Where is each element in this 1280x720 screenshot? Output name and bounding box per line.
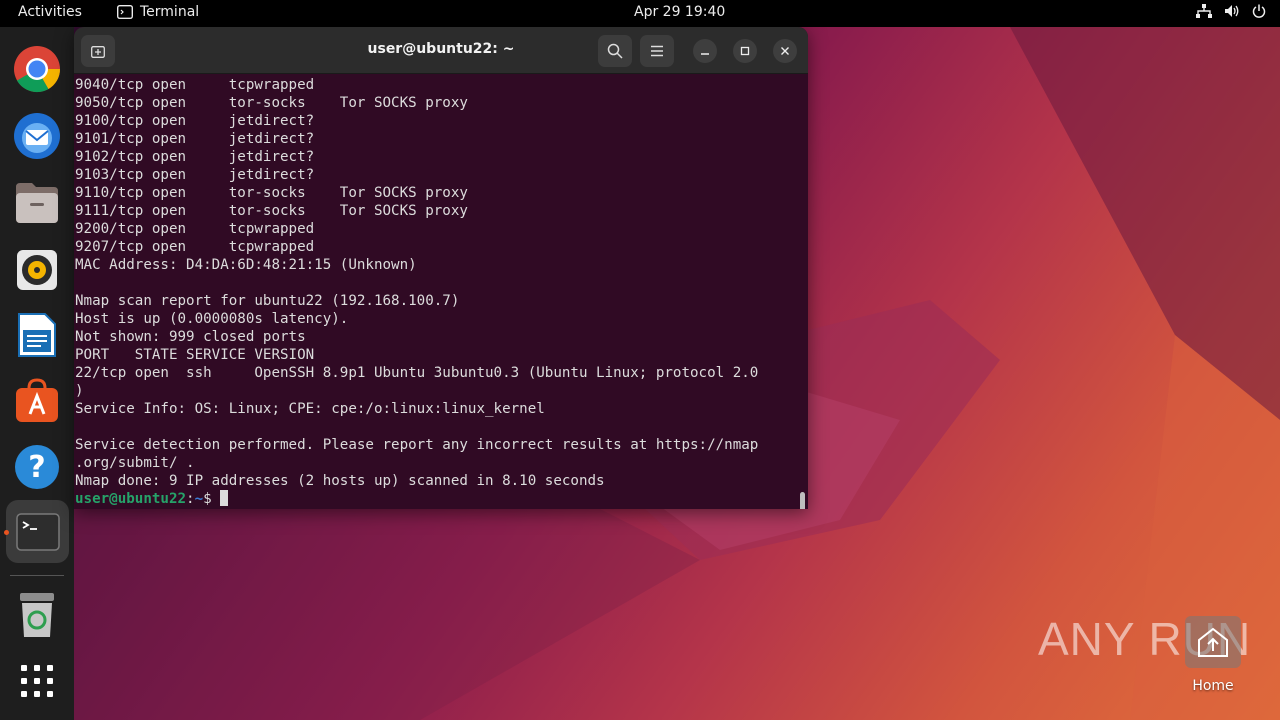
running-indicator bbox=[4, 530, 9, 535]
terminal-line: 9102/tcp open jetdirect? bbox=[75, 149, 315, 165]
prompt-separator: : bbox=[186, 491, 195, 507]
close-icon bbox=[781, 47, 789, 55]
home-folder-label[interactable]: Home bbox=[1175, 678, 1251, 694]
search-button[interactable] bbox=[598, 35, 632, 67]
terminal-line: 9111/tcp open tor-socks Tor SOCKS proxy bbox=[75, 203, 468, 219]
terminal-output[interactable]: 9040/tcp open tcpwrapped 9050/tcp open t… bbox=[74, 74, 808, 509]
terminal-line: 9200/tcp open tcpwrapped bbox=[75, 221, 315, 237]
prompt-user: user@ubuntu22 bbox=[75, 491, 187, 507]
terminal-prompt[interactable]: user@ubuntu22:~$ bbox=[75, 490, 229, 508]
app-menu[interactable]: Terminal bbox=[117, 4, 199, 20]
app-menu-label: Terminal bbox=[140, 4, 200, 20]
terminal-line: PORT STATE SERVICE VERSION bbox=[75, 347, 315, 363]
terminal-line: 22/tcp open ssh OpenSSH 8.9p1 Ubuntu 3ub… bbox=[75, 365, 759, 381]
terminal-line: Host is up (0.0000080s latency). bbox=[75, 311, 349, 327]
terminal-icon[interactable] bbox=[6, 500, 69, 563]
maximize-button[interactable] bbox=[733, 39, 757, 63]
chrome-icon[interactable] bbox=[12, 44, 62, 94]
dock-separator bbox=[10, 575, 64, 576]
home-folder-icon[interactable] bbox=[1185, 616, 1241, 668]
volume-icon bbox=[1225, 5, 1239, 17]
dock: ? bbox=[0, 27, 74, 720]
terminal-line: Nmap done: 9 IP addresses (2 hosts up) s… bbox=[75, 473, 605, 489]
scrollbar[interactable] bbox=[800, 492, 805, 509]
terminal-line: ) bbox=[75, 383, 84, 399]
prompt-symbol: $ bbox=[203, 491, 212, 507]
activities-button[interactable]: Activities bbox=[18, 4, 82, 20]
terminal-small-icon bbox=[117, 5, 133, 19]
terminal-line: 9101/tcp open jetdirect? bbox=[75, 131, 315, 147]
maximize-icon bbox=[740, 46, 750, 56]
terminal-line: 9103/tcp open jetdirect? bbox=[75, 167, 315, 183]
terminal-line: MAC Address: D4:DA:6D:48:21:15 (Unknown) bbox=[75, 257, 417, 273]
terminal-line: 9207/tcp open tcpwrapped bbox=[75, 239, 315, 255]
terminal-line: 9110/tcp open tor-socks Tor SOCKS proxy bbox=[75, 185, 468, 201]
menu-button[interactable] bbox=[640, 35, 674, 67]
help-icon[interactable]: ? bbox=[12, 442, 62, 492]
app-center-icon[interactable] bbox=[12, 376, 62, 426]
terminal-line: Service Info: OS: Linux; CPE: cpe:/o:lin… bbox=[75, 401, 545, 417]
terminal-line: 9040/tcp open tcpwrapped bbox=[75, 77, 315, 93]
terminal-line: Nmap scan report for ubuntu22 (192.168.1… bbox=[75, 293, 460, 309]
minimize-icon bbox=[701, 53, 709, 55]
show-apps-icon[interactable] bbox=[12, 656, 62, 706]
power-icon bbox=[1252, 4, 1266, 18]
system-tray[interactable] bbox=[1196, 4, 1266, 18]
prompt-path: ~ bbox=[194, 491, 204, 507]
terminal-window[interactable]: user@ubuntu22: ~ 9040/tcp open tcpwrappe… bbox=[74, 27, 808, 509]
trash-icon[interactable] bbox=[12, 590, 62, 640]
terminal-line: .org/submit/ . bbox=[75, 455, 195, 471]
top-bar: Activities Terminal Apr 29 19:40 bbox=[0, 0, 1280, 27]
text-cursor bbox=[220, 490, 229, 506]
rhythmbox-icon[interactable] bbox=[12, 245, 62, 295]
minimize-button[interactable] bbox=[693, 39, 717, 63]
terminal-line: Not shown: 999 closed ports bbox=[75, 329, 306, 345]
terminal-line: 9050/tcp open tor-socks Tor SOCKS proxy bbox=[75, 95, 468, 111]
network-icon bbox=[1196, 4, 1212, 18]
terminal-line: Service detection performed. Please repo… bbox=[75, 437, 759, 453]
svg-text:?: ? bbox=[28, 450, 45, 485]
hamburger-icon bbox=[651, 45, 663, 57]
clock[interactable]: Apr 29 19:40 bbox=[634, 4, 725, 20]
thunderbird-icon[interactable] bbox=[12, 111, 62, 161]
libreoffice-writer-icon[interactable] bbox=[12, 310, 62, 360]
files-icon[interactable] bbox=[12, 178, 62, 228]
search-icon bbox=[607, 43, 623, 59]
close-button[interactable] bbox=[773, 39, 797, 63]
terminal-line: 9100/tcp open jetdirect? bbox=[75, 113, 315, 129]
title-bar[interactable]: user@ubuntu22: ~ bbox=[74, 27, 808, 74]
